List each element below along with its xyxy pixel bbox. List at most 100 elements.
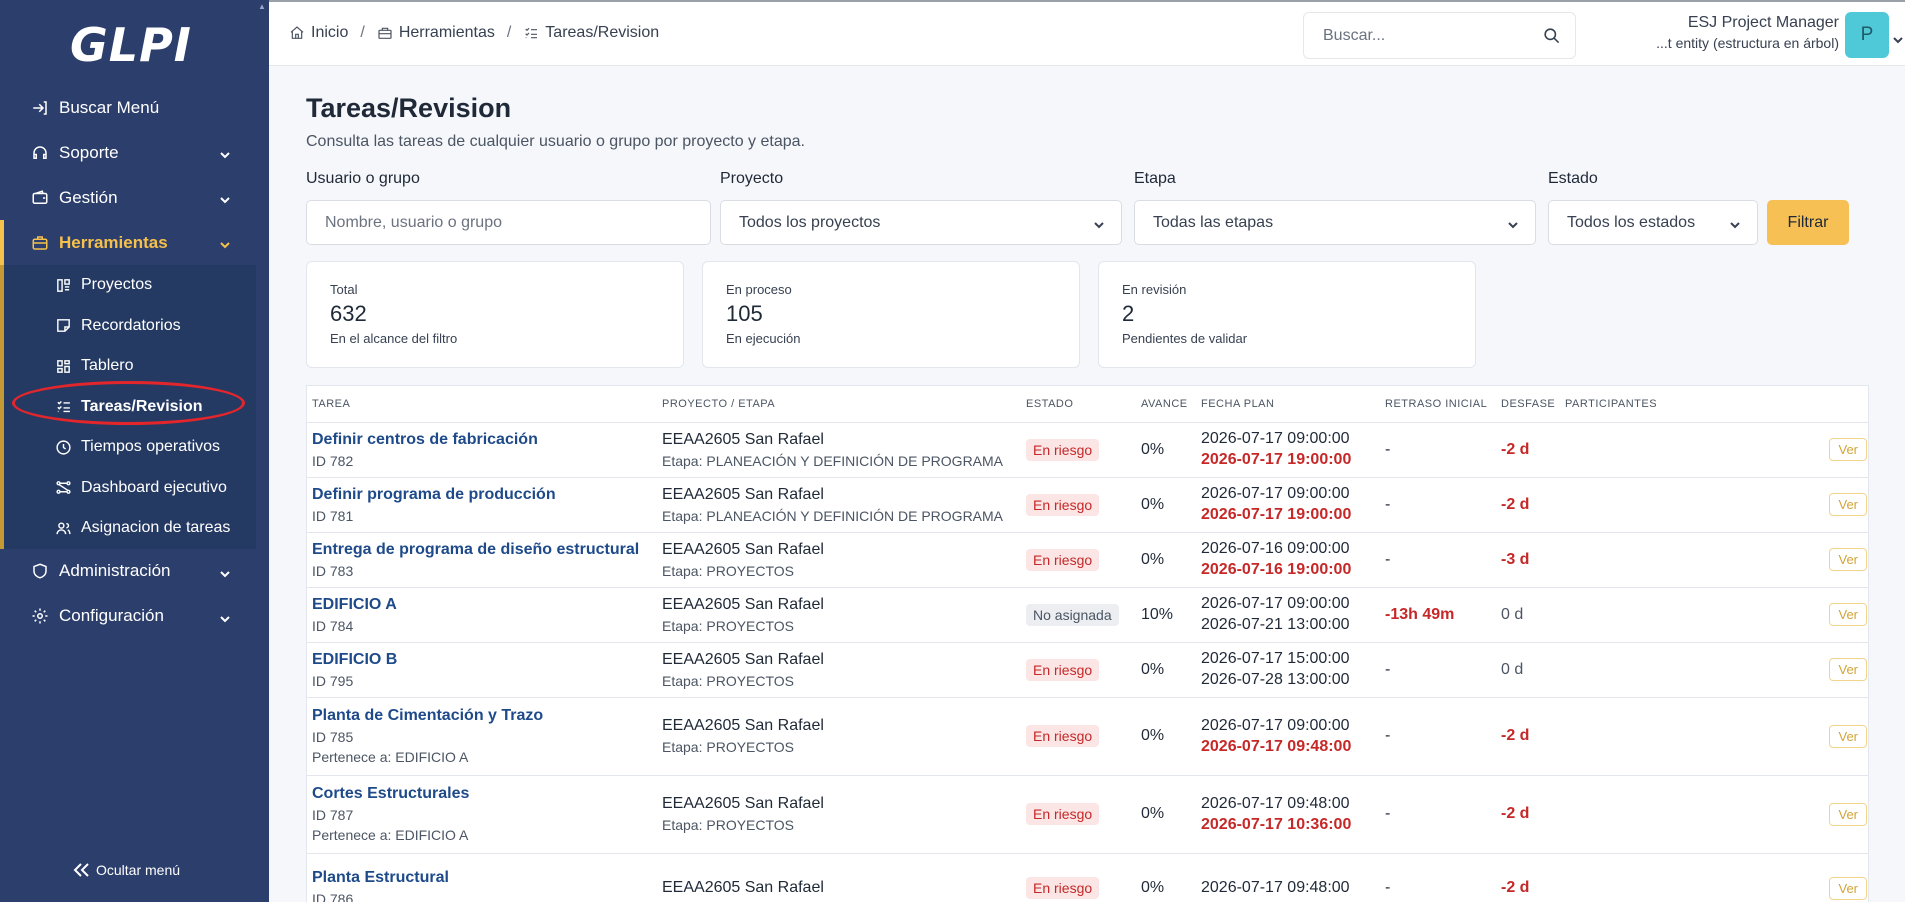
sidebar-subitem-label: Recordatorios <box>81 316 181 334</box>
double-chevron-left-icon <box>73 863 89 877</box>
plan-date-cell: 2026-07-17 09:00:00 2026-07-17 19:00:00 <box>1196 422 1380 478</box>
task-id: ID 783 <box>312 562 354 579</box>
column-header[interactable]: AVANCE <box>1136 386 1196 423</box>
task-name-link[interactable]: Cortes Estructurales <box>312 785 657 803</box>
chevron-down-icon[interactable] <box>1893 32 1903 44</box>
task-project: EEAA2605 San Rafael <box>662 795 824 812</box>
table-row: EDIFICIO A ID 784 EEAA2605 San Rafael Etapa… <box>307 587 1868 643</box>
status-cell: En riesgo <box>1021 477 1136 533</box>
status-badge: En riesgo <box>1026 658 1100 681</box>
user-name: ESJ Project Manager <box>1687 14 1839 31</box>
stat-card-en-revision: En revisión 2 Pendientes de validar <box>1098 261 1476 368</box>
participants-cell: Ver <box>1560 477 1868 533</box>
breadcrumb-label: Inicio <box>311 24 349 41</box>
chevron-down-icon <box>219 565 231 577</box>
breadcrumb-label: Herramientas <box>398 24 495 41</box>
sidebar-subitem-dashboard-ejecutivo[interactable]: Dashboard ejecutivo <box>4 468 256 509</box>
table-body: Definir centros de fabricación ID 782 EEAA… <box>307 422 1868 902</box>
table-row: EDIFICIO B ID 795 EEAA2605 San Rafael Etapa… <box>307 642 1868 698</box>
main-content: Tareas/Revision Consulta las tareas de c… <box>269 66 1905 902</box>
task-id: ID 795 <box>312 672 354 689</box>
offset-cell: 0 d <box>1496 642 1560 698</box>
sidebar-item-soporte[interactable]: Soporte <box>0 130 269 175</box>
tasks-table-container: TAREA PROYECTO / ETAPA ESTADO AVANCE FEC… <box>306 385 1869 902</box>
view-button[interactable]: Ver <box>1829 603 1867 626</box>
user-menu[interactable]: ESJ Project Manager ...t entity (estruct… <box>1639 14 1839 51</box>
column-header[interactable]: PROYECTO / ETAPA <box>657 386 1021 423</box>
breadcrumb-item-inicio[interactable]: Inicio <box>289 24 348 42</box>
sidebar-item-herramientas[interactable]: Herramientas <box>0 220 269 265</box>
task-name-link[interactable]: Definir centros de fabricación <box>312 431 657 449</box>
sidebar-item-buscar-menu[interactable]: Buscar Menú <box>0 85 269 130</box>
task-project: EEAA2605 San Rafael <box>662 595 824 613</box>
table-row: Entrega de programa de diseño estructura… <box>307 532 1868 588</box>
list-check-icon <box>54 398 72 416</box>
sidebar-subitem-proyectos[interactable]: Proyectos <box>4 265 256 306</box>
project-select[interactable]: Todos los proyectos <box>720 200 1122 245</box>
task-id: ID 784 <box>312 617 354 634</box>
plan-end-date: 2026-07-17 19:00:00 <box>1201 506 1352 523</box>
status-select-value: Todos los estados <box>1567 213 1696 231</box>
column-header[interactable]: RETRASO INICIAL <box>1380 386 1496 423</box>
page-title: Tareas/Revision <box>306 93 512 123</box>
plan-end-date: 2026-07-17 19:00:00 <box>1201 451 1352 468</box>
status-select[interactable]: Todos los estados <box>1548 200 1758 245</box>
sidebar-subitem-recordatorios[interactable]: Recordatorios <box>4 306 256 347</box>
breadcrumb-item-tareas-revision[interactable]: Tareas/Revision <box>523 24 659 42</box>
breadcrumb-item-herramientas[interactable]: Herramientas <box>377 24 495 42</box>
column-header[interactable]: PARTICIPANTES <box>1560 386 1868 423</box>
scroll-up-arrow-icon[interactable]: ▲ <box>258 2 266 11</box>
task-name-link[interactable]: Planta de Cimentación y Trazo <box>312 707 657 725</box>
status-cell: En riesgo <box>1021 532 1136 588</box>
task-cell: EDIFICIO B ID 795 <box>307 642 657 698</box>
task-name-link[interactable]: Planta Estructural <box>312 869 657 887</box>
view-button[interactable]: Ver <box>1829 438 1867 461</box>
stage-select[interactable]: Todas las etapas <box>1134 200 1536 245</box>
initial-delay-cell: - <box>1380 532 1496 588</box>
task-name-link[interactable]: EDIFICIO A <box>312 596 657 614</box>
project-cell: EEAA2605 San Rafael Etapa: PROYECTOS <box>657 642 1021 698</box>
progress-cell: 10% <box>1136 587 1196 643</box>
status-label: Estado <box>1548 170 1598 187</box>
column-header[interactable]: DESFASE <box>1496 386 1560 423</box>
task-name-link[interactable]: EDIFICIO B <box>312 651 657 669</box>
view-button[interactable]: Ver <box>1829 876 1867 900</box>
column-header[interactable]: ESTADO <box>1021 386 1136 423</box>
task-stage: Etapa: PROYECTOS <box>662 739 795 755</box>
column-header[interactable]: TAREA <box>307 386 657 423</box>
breadcrumb-separator: / <box>506 24 512 41</box>
task-name-link[interactable]: Entrega de programa de diseño estructura… <box>312 541 657 559</box>
hide-menu-button[interactable]: Ocultar menú <box>72 862 180 878</box>
sidebar-item-administracion[interactable]: Administración <box>0 549 269 594</box>
sidebar-submenu-herramientas: Proyectos Recordatorios Tablero Tareas/R… <box>0 265 256 549</box>
sidebar-item-label: Administración <box>59 561 171 580</box>
sidebar-subitem-tablero[interactable]: Tablero <box>4 346 256 387</box>
sidebar-subitem-tiempos-operativos[interactable]: Tiempos operativos <box>4 427 256 468</box>
avatar[interactable]: P <box>1845 12 1889 58</box>
glpi-logo[interactable]: GLPI <box>70 20 191 70</box>
status-badge: En riesgo <box>1026 548 1100 571</box>
filter-button[interactable]: Filtrar <box>1767 200 1849 245</box>
progress-cell: 0% <box>1136 532 1196 588</box>
task-name-link[interactable]: Definir programa de producción <box>312 486 657 504</box>
search-input[interactable] <box>1305 14 1535 57</box>
search-icon[interactable] <box>1542 26 1561 45</box>
chevron-down-icon <box>1729 218 1741 230</box>
card-value: 2 <box>1122 301 1135 326</box>
offset-cell: 0 d <box>1496 587 1560 643</box>
view-button[interactable]: Ver <box>1829 658 1867 681</box>
table-row: Cortes Estructurales ID 787 Pertenece a: E… <box>307 775 1868 854</box>
view-button[interactable]: Ver <box>1829 802 1867 826</box>
user-group-input[interactable] <box>325 201 710 244</box>
view-button[interactable]: Ver <box>1829 493 1867 516</box>
sidebar-item-gestion[interactable]: Gestión <box>0 175 269 220</box>
sidebar-subitem-tareas-revision[interactable]: Tareas/Revision <box>4 387 256 428</box>
view-button[interactable]: Ver <box>1829 548 1867 571</box>
sidebar-subitem-asignacion-de-tareas[interactable]: Asignacion de tareas <box>4 508 256 549</box>
column-header[interactable]: FECHA PLAN <box>1196 386 1380 423</box>
project-cell: EEAA2605 San Rafael Etapa: PROYECTOS <box>657 532 1021 588</box>
tasks-table: TAREA PROYECTO / ETAPA ESTADO AVANCE FEC… <box>307 386 1868 902</box>
sidebar-item-configuracion[interactable]: Configuración <box>0 594 269 639</box>
task-parent: Pertenece a: EDIFICIO A <box>312 749 469 765</box>
view-button[interactable]: Ver <box>1829 724 1867 748</box>
